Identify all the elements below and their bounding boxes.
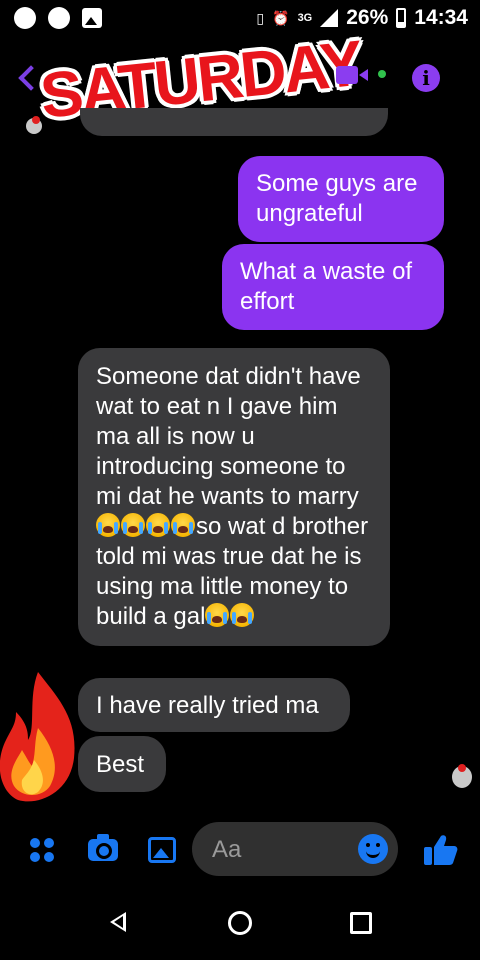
gallery-icon[interactable]: [148, 837, 176, 863]
status-left-icons: [14, 7, 102, 29]
info-icon[interactable]: i: [412, 64, 440, 92]
status-bar: ▯ ⏰ 3G 26% 14:34: [0, 0, 480, 36]
outgoing-message[interactable]: Some guys are ungrateful: [238, 156, 444, 242]
message-input[interactable]: Aa: [192, 822, 398, 876]
online-dot-icon: [378, 70, 386, 78]
message-text: Best: [96, 751, 145, 778]
fire-sticker-icon: [0, 672, 75, 802]
clock: 14:34: [414, 6, 468, 29]
seen-avatar: [452, 764, 472, 788]
outgoing-message[interactable]: What a waste of effort: [222, 244, 444, 330]
crying-emoji-icon: [205, 603, 230, 627]
crying-emoji-icon: [171, 513, 195, 537]
emoji-icon[interactable]: [358, 834, 388, 864]
crying-emoji-icon: [230, 603, 255, 627]
back-icon[interactable]: [110, 912, 126, 932]
previous-message-bubble: [80, 108, 388, 136]
vibrate-icon: ▯: [256, 9, 265, 26]
video-call-icon[interactable]: [336, 66, 368, 84]
camera-icon[interactable]: [88, 834, 118, 861]
signal-icon: [320, 9, 339, 27]
status-right: ▯ ⏰ 3G 26% 14:34: [256, 6, 468, 30]
small-reaction-sticker: [26, 116, 42, 134]
message-text: Someone dat didn't have wat to eat n I g…: [96, 363, 361, 510]
recent-apps-icon[interactable]: [350, 912, 372, 934]
message-text: What a waste of effort: [240, 258, 413, 315]
battery-icon: [396, 8, 407, 28]
input-placeholder: Aa: [212, 836, 242, 863]
incoming-message[interactable]: I have really tried ma: [78, 678, 350, 732]
incoming-message[interactable]: Best: [78, 736, 166, 792]
crying-emoji-icon: [121, 513, 145, 537]
menu-dots-icon[interactable]: [30, 838, 56, 864]
alarm-icon: ⏰: [272, 9, 290, 26]
gallery-icon: [82, 8, 102, 28]
system-nav-bar: [0, 892, 480, 960]
crying-emoji-icon: [146, 513, 170, 537]
network-type: 3G: [297, 12, 313, 24]
thumbs-up-icon[interactable]: [424, 834, 458, 866]
crying-emoji-icon: [96, 513, 120, 537]
message-text: Some guys are ungrateful: [256, 170, 418, 227]
message-text: I have really tried ma: [96, 692, 319, 719]
message-composer: Aa: [0, 818, 480, 882]
incoming-message[interactable]: Someone dat didn't have wat to eat n I g…: [78, 348, 390, 646]
home-icon[interactable]: [228, 911, 252, 935]
messenger-icon: [48, 7, 70, 29]
whatsapp-icon: [14, 7, 36, 29]
